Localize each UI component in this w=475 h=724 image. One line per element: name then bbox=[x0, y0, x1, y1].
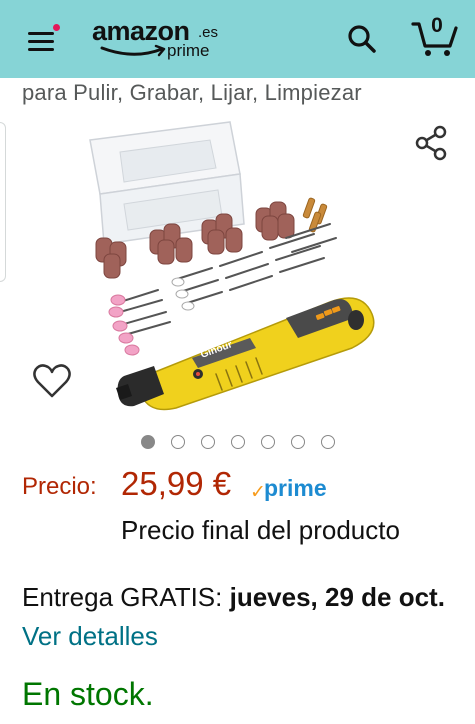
delivery-date: jueves, 29 de oct. bbox=[229, 582, 445, 612]
notification-dot-icon bbox=[51, 22, 62, 33]
amazon-prime-logo[interactable]: amazon .es prime bbox=[90, 16, 230, 64]
logo-tld: .es bbox=[198, 24, 219, 41]
carousel-dot[interactable] bbox=[141, 435, 155, 449]
search-icon bbox=[348, 25, 376, 53]
cart-button[interactable]: 0 bbox=[410, 14, 460, 58]
hamburger-menu-icon bbox=[28, 32, 54, 35]
wishlist-button[interactable] bbox=[32, 362, 72, 400]
carousel-dot[interactable] bbox=[201, 435, 215, 449]
carousel-dot[interactable] bbox=[261, 435, 275, 449]
share-icon bbox=[415, 125, 447, 161]
app-header: amazon .es prime 0 bbox=[0, 0, 475, 78]
delivery-details-link[interactable]: Ver detalles bbox=[22, 621, 158, 651]
previous-panel-edge[interactable] bbox=[0, 122, 6, 282]
carousel-dot[interactable] bbox=[231, 435, 245, 449]
cart-count: 0 bbox=[431, 14, 443, 37]
carousel-dot[interactable] bbox=[321, 435, 335, 449]
product-photo: Ginour bbox=[89, 121, 375, 411]
price-label: Precio: bbox=[22, 473, 97, 500]
share-button[interactable] bbox=[413, 124, 451, 162]
hamburger-bar bbox=[28, 48, 54, 51]
image-carousel-dots bbox=[141, 435, 335, 449]
search-button[interactable] bbox=[346, 23, 378, 55]
hamburger-bar bbox=[28, 40, 54, 43]
final-price-note: Precio final del producto bbox=[121, 515, 400, 545]
carousel-dot[interactable] bbox=[171, 435, 185, 449]
carousel-dot[interactable] bbox=[291, 435, 305, 449]
amazon-smile-icon bbox=[100, 44, 166, 57]
prime-badge: ✓ prime bbox=[250, 473, 340, 503]
delivery-info: Entrega GRATIS: jueves, 29 de oct. Ver d… bbox=[22, 578, 462, 656]
stock-status: En stock. bbox=[22, 676, 154, 712]
menu-button[interactable] bbox=[26, 22, 62, 56]
rotary-tool-kit-image[interactable]: Ginour bbox=[80, 112, 400, 412]
logo-prime: prime bbox=[167, 41, 210, 60]
delivery-prefix: Entrega GRATIS: bbox=[22, 582, 230, 612]
product-title[interactable]: para Pulir, Grabar, Lijar, Limpiezar bbox=[22, 80, 362, 106]
prime-text: prime bbox=[264, 475, 327, 501]
price-value: 25,99 € bbox=[121, 465, 232, 502]
heart-outline-icon bbox=[33, 364, 71, 398]
